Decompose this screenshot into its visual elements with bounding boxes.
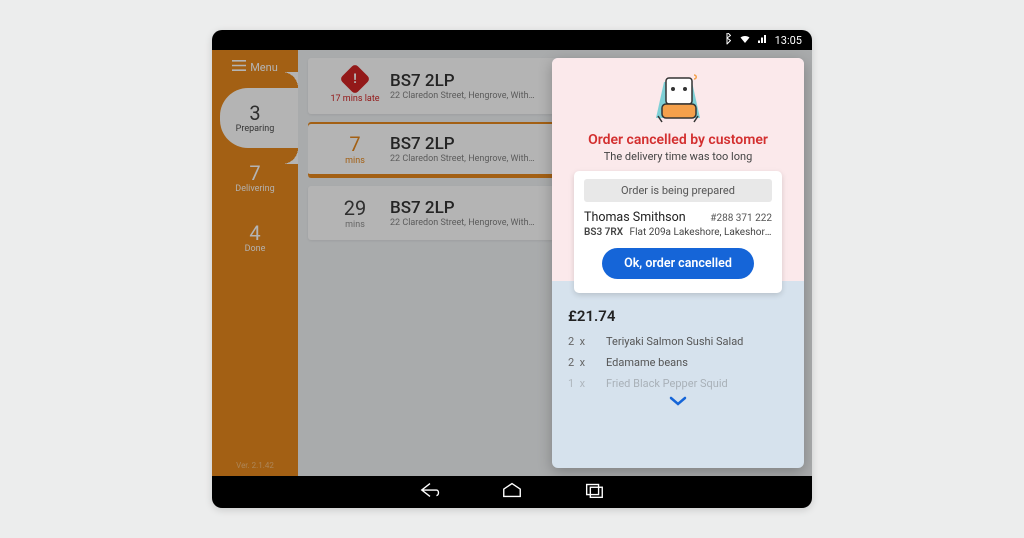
wifi-icon — [739, 33, 751, 48]
home-icon[interactable] — [501, 481, 523, 503]
customer-name: Thomas Smithson — [584, 210, 686, 225]
order-item-row: 2 x Teriyaki Salmon Sushi Salad — [568, 335, 788, 348]
cancel-title: Order cancelled by customer — [564, 132, 792, 148]
order-total: £21.74 — [568, 307, 788, 325]
order-id: #288 371 222 — [710, 213, 772, 224]
order-item-row: 1 x Fried Black Pepper Squid — [568, 377, 788, 390]
customer-address: Flat 209a Lakeshore, Lakeshore… — [630, 227, 772, 238]
cancelled-illustration-icon — [648, 72, 708, 126]
cancel-subtitle: The delivery time was too long — [564, 150, 792, 163]
tablet-frame: 13:05 Menu 3 Preparing 7 Delivering — [212, 30, 812, 508]
recent-apps-icon[interactable] — [583, 481, 605, 503]
chevron-down-icon — [668, 398, 688, 411]
order-detail-panel: Order cancelled by customer The delivery… — [552, 58, 804, 468]
order-item-row: 2 x Edamame beans — [568, 356, 788, 369]
order-items: £21.74 2 x Teriyaki Salmon Sushi Salad 2… — [552, 281, 804, 417]
clock-text: 13:05 — [775, 34, 802, 47]
order-status-pill: Order is being prepared — [584, 179, 772, 202]
customer-postcode: BS3 7RX — [584, 227, 623, 238]
item-name: Fried Black Pepper Squid — [606, 377, 728, 390]
back-icon[interactable] — [419, 481, 441, 503]
expand-items-button[interactable] — [568, 394, 788, 411]
ok-cancel-button[interactable]: Ok, order cancelled — [602, 248, 754, 279]
signal-icon — [757, 33, 769, 48]
bluetooth-icon — [721, 33, 733, 48]
app-screen: Menu 3 Preparing 7 Delivering 4 Done Ver… — [212, 50, 812, 476]
android-status-bar: 13:05 — [212, 30, 812, 50]
order-summary-card: Order is being prepared Thomas Smithson … — [574, 171, 782, 293]
item-name: Teriyaki Salmon Sushi Salad — [606, 335, 743, 348]
item-name: Edamame beans — [606, 356, 688, 369]
android-nav-bar — [212, 476, 812, 508]
